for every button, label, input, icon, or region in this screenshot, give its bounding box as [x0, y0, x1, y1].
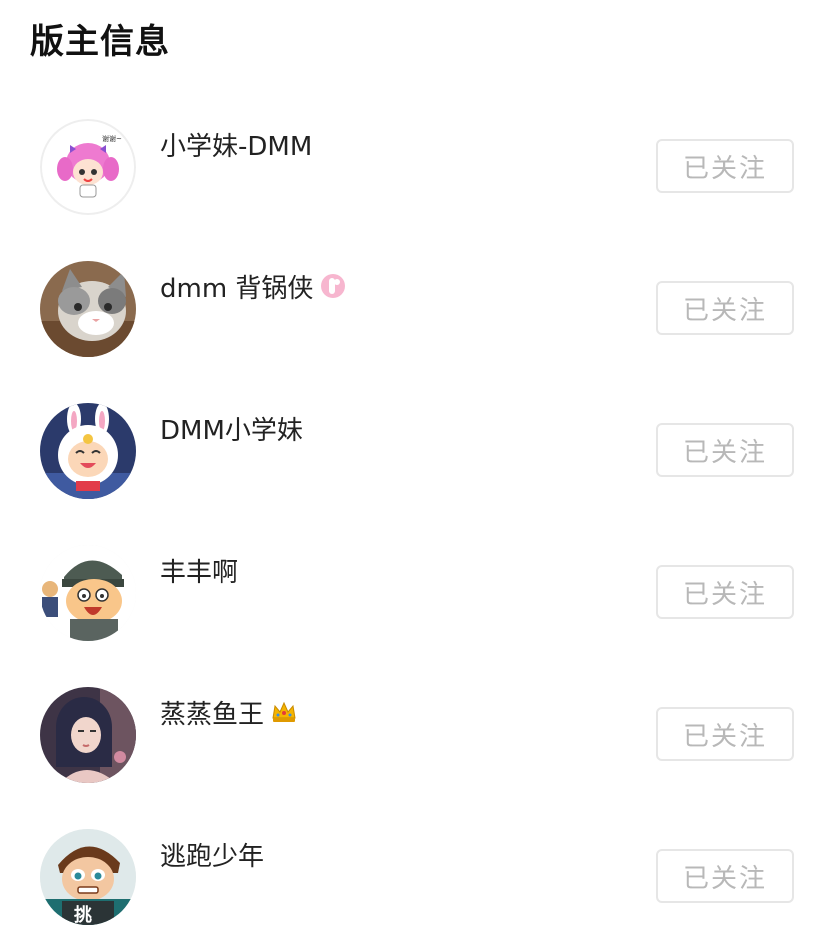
page-title: 版主信息 — [30, 22, 170, 62]
cat-avatar[interactable] — [40, 261, 136, 357]
username[interactable]: 逃跑少年 — [160, 836, 264, 873]
username[interactable]: dmm 背锅侠 — [160, 268, 313, 305]
followed-button[interactable]: 已关注 — [656, 139, 794, 193]
followed-button[interactable]: 已关注 — [656, 707, 794, 761]
list-item[interactable]: dmm 背锅侠 已关注 — [0, 242, 828, 384]
list-item[interactable]: 挑 逃跑少年 已关注 — [0, 810, 828, 952]
username-wrap: 丰丰啊 — [160, 550, 238, 590]
username-wrap: dmm 背锅侠 — [160, 266, 347, 306]
list-item[interactable]: DMM小学妹 已关注 — [0, 384, 828, 526]
moderator-list: 谢谢~ 小学妹-DMM 已关注 dmm 背锅侠 已关注 DMM小学妹 已关注 丰… — [0, 100, 828, 952]
crown-icon — [270, 698, 298, 726]
followed-button[interactable]: 已关注 — [656, 849, 794, 903]
username-wrap: 逃跑少年 — [160, 834, 264, 874]
list-item[interactable]: 蒸蒸鱼王 已关注 — [0, 668, 828, 810]
username-wrap: DMM小学妹 — [160, 408, 303, 448]
bunny-character-avatar[interactable] — [40, 403, 136, 499]
cartoon-guy-avatar[interactable] — [40, 545, 136, 641]
anime-girl-avatar[interactable]: 谢谢~ — [40, 119, 136, 215]
game-boy-avatar[interactable]: 挑 — [40, 829, 136, 925]
list-item[interactable]: 谢谢~ 小学妹-DMM 已关注 — [0, 100, 828, 242]
username-wrap: 蒸蒸鱼王 — [160, 692, 298, 732]
svg-text:谢谢~: 谢谢~ — [102, 134, 122, 143]
list-item[interactable]: 丰丰啊 已关注 — [0, 526, 828, 668]
username[interactable]: 丰丰啊 — [160, 552, 238, 589]
wrench-badge-icon — [319, 272, 347, 300]
followed-button[interactable]: 已关注 — [656, 565, 794, 619]
username[interactable]: 小学妹-DMM — [160, 126, 312, 163]
illustrated-woman-avatar[interactable] — [40, 687, 136, 783]
svg-text:挑: 挑 — [74, 904, 92, 925]
username[interactable]: DMM小学妹 — [160, 410, 303, 447]
username[interactable]: 蒸蒸鱼王 — [160, 694, 264, 731]
username-wrap: 小学妹-DMM — [160, 124, 312, 164]
followed-button[interactable]: 已关注 — [656, 423, 794, 477]
followed-button[interactable]: 已关注 — [656, 281, 794, 335]
